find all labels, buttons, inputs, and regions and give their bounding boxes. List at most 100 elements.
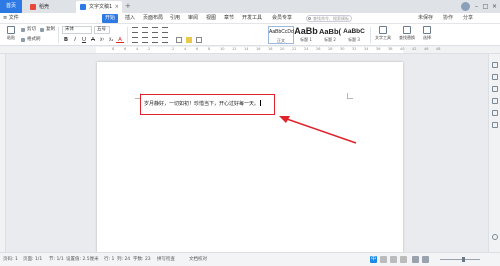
cut-button[interactable]: 剪切 bbox=[21, 26, 36, 34]
tab-docer[interactable]: 稻壳 bbox=[26, 1, 66, 13]
cursor-icon bbox=[423, 26, 431, 34]
ruler-number: 6 bbox=[124, 47, 127, 51]
find-replace-button[interactable]: 查找替换 bbox=[398, 26, 416, 44]
status-page[interactable]: 页码: 1 bbox=[3, 255, 18, 265]
close-window-button[interactable]: × bbox=[490, 0, 499, 13]
help-icon[interactable] bbox=[492, 122, 498, 128]
line-spacing-icon[interactable] bbox=[176, 37, 182, 43]
zoom-fit-icon[interactable] bbox=[492, 234, 498, 240]
new-tab-button[interactable]: + bbox=[125, 0, 131, 13]
indent-increase-icon[interactable] bbox=[162, 27, 168, 33]
tab-document[interactable]: 文字文稿1 × bbox=[76, 1, 122, 13]
share-button[interactable]: 分享 bbox=[463, 14, 473, 23]
tab-docer-label: 稻壳 bbox=[39, 4, 50, 10]
style-heading-3[interactable]: AaBbC 标题 3 bbox=[342, 26, 366, 44]
doc-proof-button[interactable]: 文档校对 bbox=[189, 255, 207, 265]
align-left-icon[interactable] bbox=[132, 37, 138, 43]
share-pane-icon[interactable] bbox=[492, 110, 498, 116]
ruler-number: 4 bbox=[136, 47, 139, 51]
status-row[interactable]: 行: 1 bbox=[104, 255, 114, 265]
search-icon bbox=[308, 17, 311, 20]
home-tab[interactable]: 首页 bbox=[0, 0, 22, 13]
status-pages[interactable]: 页面: 1/1 bbox=[23, 255, 42, 265]
document-text[interactable]: 岁月静好，一切如初！珍惜当下，开心过好每一天。 bbox=[144, 100, 261, 107]
settings-icon[interactable] bbox=[492, 98, 498, 104]
select-button[interactable]: 选择 bbox=[420, 26, 434, 44]
numbered-list-icon[interactable] bbox=[142, 27, 148, 33]
align-right-icon[interactable] bbox=[152, 37, 158, 43]
status-section[interactable]: 节: 1/1 bbox=[49, 255, 64, 265]
style-heading-2[interactable]: AaBb( 标题 2 bbox=[318, 26, 342, 44]
menu-review[interactable]: 审阅 bbox=[188, 14, 198, 23]
ruler-number: 2 bbox=[172, 47, 175, 51]
menu-references[interactable]: 引用 bbox=[170, 14, 180, 23]
ruler-number: 28 bbox=[328, 47, 333, 51]
zoom-slider[interactable] bbox=[440, 259, 480, 260]
format-painter-button[interactable]: 格式刷 bbox=[21, 36, 41, 44]
close-tab-icon[interactable]: × bbox=[115, 1, 119, 13]
tray-icon[interactable] bbox=[400, 256, 407, 263]
align-center-icon[interactable] bbox=[142, 37, 148, 43]
view-mode-icon[interactable] bbox=[422, 256, 429, 263]
command-search[interactable]: 查找命令、搜索模板 bbox=[306, 15, 352, 22]
ruler-number: 46 bbox=[424, 47, 429, 51]
status-col[interactable]: 列: 24 bbox=[117, 255, 130, 265]
menu-insert[interactable]: 插入 bbox=[125, 14, 135, 23]
select-pane-icon[interactable] bbox=[492, 86, 498, 92]
find-icon bbox=[403, 26, 411, 34]
justify-icon[interactable] bbox=[162, 37, 168, 43]
collaborate-button[interactable]: 协作 bbox=[443, 14, 453, 23]
font-name-select[interactable]: 宋体 bbox=[62, 26, 92, 34]
minimize-button[interactable]: – bbox=[472, 0, 481, 13]
menu-view[interactable]: 视图 bbox=[206, 14, 216, 23]
style-heading-1[interactable]: AaBb 标题 1 bbox=[294, 26, 318, 44]
style-normal[interactable]: AaBbCcDd 正文 bbox=[268, 26, 294, 44]
menu-chapter[interactable]: 章节 bbox=[224, 14, 234, 23]
ruler-number: 14 bbox=[244, 47, 249, 51]
style-heading-2-sample: AaBb( bbox=[318, 27, 342, 36]
ime-indicator[interactable]: 中 bbox=[370, 256, 377, 263]
subscript-button[interactable]: X₂ bbox=[107, 36, 115, 44]
style-pane-icon[interactable] bbox=[492, 62, 498, 68]
zoom-slider-handle[interactable] bbox=[462, 257, 465, 262]
annotation-highlight-box: 岁月静好，一切如初！珍惜当下，开心过好每一天。 bbox=[140, 94, 275, 115]
text-tools-button[interactable]: 文字工具 bbox=[374, 26, 392, 44]
shading-icon[interactable] bbox=[186, 37, 192, 43]
copy-button[interactable]: 复制 bbox=[40, 26, 55, 34]
menu-start[interactable]: 开始 bbox=[102, 14, 119, 23]
font-color-button[interactable]: A bbox=[116, 36, 124, 43]
scissors-icon bbox=[21, 28, 25, 32]
menu-dev-tools[interactable]: 开发工具 bbox=[242, 14, 262, 23]
superscript-button[interactable]: X² bbox=[98, 36, 106, 44]
file-menu[interactable]: ≡ 文件 bbox=[3, 14, 19, 23]
tray-icon[interactable] bbox=[380, 256, 387, 263]
font-size-select[interactable]: 五号 bbox=[94, 26, 110, 34]
horizontal-ruler[interactable]: 8 6 4 2 2 4 6 8 10 12 14 16 18 20 22 24 26 28 30 32 34 36 38 40… bbox=[0, 46, 500, 54]
vertical-ruler[interactable] bbox=[0, 54, 6, 252]
spell-check-button[interactable]: 拼写检查 bbox=[157, 255, 175, 265]
menu-page-layout[interactable]: 页面布局 bbox=[143, 14, 163, 23]
title-bar: 首页 稻壳 文字文稿1 × + – □ × bbox=[0, 0, 500, 13]
edit-icon[interactable] bbox=[492, 74, 498, 80]
ruler-number: 2 bbox=[148, 47, 151, 51]
underline-button[interactable]: U bbox=[80, 36, 88, 44]
indent-decrease-icon[interactable] bbox=[152, 27, 158, 33]
document-page[interactable] bbox=[97, 62, 403, 252]
strikethrough-button[interactable]: A bbox=[89, 36, 97, 44]
bullet-list-icon[interactable] bbox=[132, 27, 138, 33]
tray-icon[interactable] bbox=[390, 256, 397, 263]
tab-document-label: 文字文稿1 bbox=[89, 4, 113, 10]
border-icon[interactable] bbox=[196, 37, 202, 43]
paste-button[interactable]: 粘贴 bbox=[4, 26, 18, 44]
unsaved-status[interactable]: 未保存 bbox=[418, 14, 433, 23]
avatar[interactable] bbox=[461, 2, 470, 11]
italic-button[interactable]: I bbox=[71, 36, 79, 44]
style-heading-2-label: 标题 2 bbox=[324, 37, 336, 42]
status-words[interactable]: 字数: 23 bbox=[133, 255, 151, 265]
menu-member[interactable]: 会员专享 bbox=[272, 14, 292, 23]
bold-button[interactable]: B bbox=[62, 36, 70, 44]
ruler-number: 20 bbox=[280, 47, 285, 51]
maximize-button[interactable]: □ bbox=[481, 0, 490, 13]
status-setting[interactable]: 设置值: 2.5厘米 bbox=[66, 255, 99, 265]
view-mode-icon[interactable] bbox=[412, 256, 419, 263]
